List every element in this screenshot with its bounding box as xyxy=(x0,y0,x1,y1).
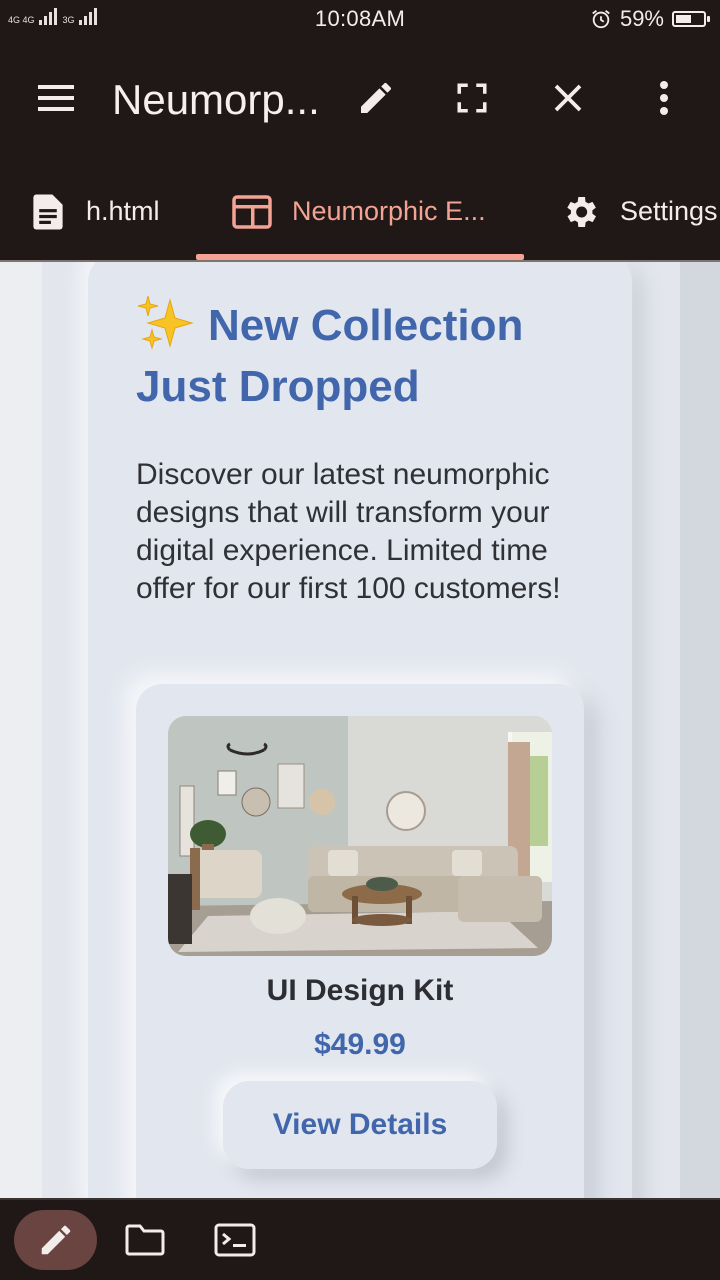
product-price: $49.99 xyxy=(314,1028,406,1061)
headline-text: New Collection Just Dropped xyxy=(136,301,524,411)
page-margin-left xyxy=(0,262,42,1198)
gear-icon xyxy=(567,196,596,227)
tab-neumorphic[interactable]: Neumorphic E... xyxy=(232,163,486,260)
tab-h-html[interactable]: h.html xyxy=(30,163,160,260)
tab-settings[interactable]: Settings xyxy=(560,163,718,260)
product-image xyxy=(168,716,552,956)
alarm-icon xyxy=(592,10,610,29)
fullscreen-icon xyxy=(457,83,487,113)
web-preview[interactable]: New Collection Just Dropped Discover our… xyxy=(0,262,720,1198)
menu-button[interactable] xyxy=(26,68,86,128)
terminal-icon xyxy=(214,1223,256,1257)
layout-icon xyxy=(232,194,272,229)
status-right: 59% xyxy=(590,6,710,32)
tab-label: Settings xyxy=(620,196,718,226)
living-room-photo xyxy=(168,716,552,956)
file-icon xyxy=(33,193,63,230)
menu-icon xyxy=(38,85,74,111)
page-margin-right xyxy=(680,262,720,1198)
files-button[interactable] xyxy=(118,1210,172,1270)
product-card: UI Design Kit $49.99 View Details xyxy=(136,684,584,1198)
status-bar: 4G 4G 3G 10:08AM 59% xyxy=(0,0,720,38)
edit-icon xyxy=(361,82,391,113)
promo-headline: New Collection Just Dropped xyxy=(136,294,566,417)
more-vert-icon xyxy=(660,81,668,115)
folder-icon xyxy=(125,1224,165,1256)
edit-icon xyxy=(41,1225,70,1255)
terminal-button[interactable] xyxy=(208,1210,262,1270)
document-title: Neumorp... xyxy=(112,76,320,123)
close-icon xyxy=(554,84,582,112)
promo-description: Discover our latest neumorphic designs t… xyxy=(136,458,561,605)
edit-mode-button[interactable] xyxy=(14,1210,97,1270)
battery-icon xyxy=(672,11,710,27)
product-name: UI Design Kit xyxy=(266,974,454,1007)
view-details-button[interactable]: View Details xyxy=(223,1081,497,1169)
app-bar: Neumorp... xyxy=(0,38,720,163)
more-options-button[interactable] xyxy=(634,68,694,128)
fullscreen-button[interactable] xyxy=(442,68,502,128)
tab-label: Neumorphic E... xyxy=(292,196,486,226)
close-button[interactable] xyxy=(538,68,598,128)
tab-label: h.html xyxy=(86,196,160,226)
sparkles-icon xyxy=(137,295,194,350)
battery-percent: 59% xyxy=(619,6,664,31)
bottom-toolbar xyxy=(0,1198,720,1280)
tab-bar: h.html Neumorphic E... Settings xyxy=(0,163,720,260)
edit-button[interactable] xyxy=(346,68,406,128)
